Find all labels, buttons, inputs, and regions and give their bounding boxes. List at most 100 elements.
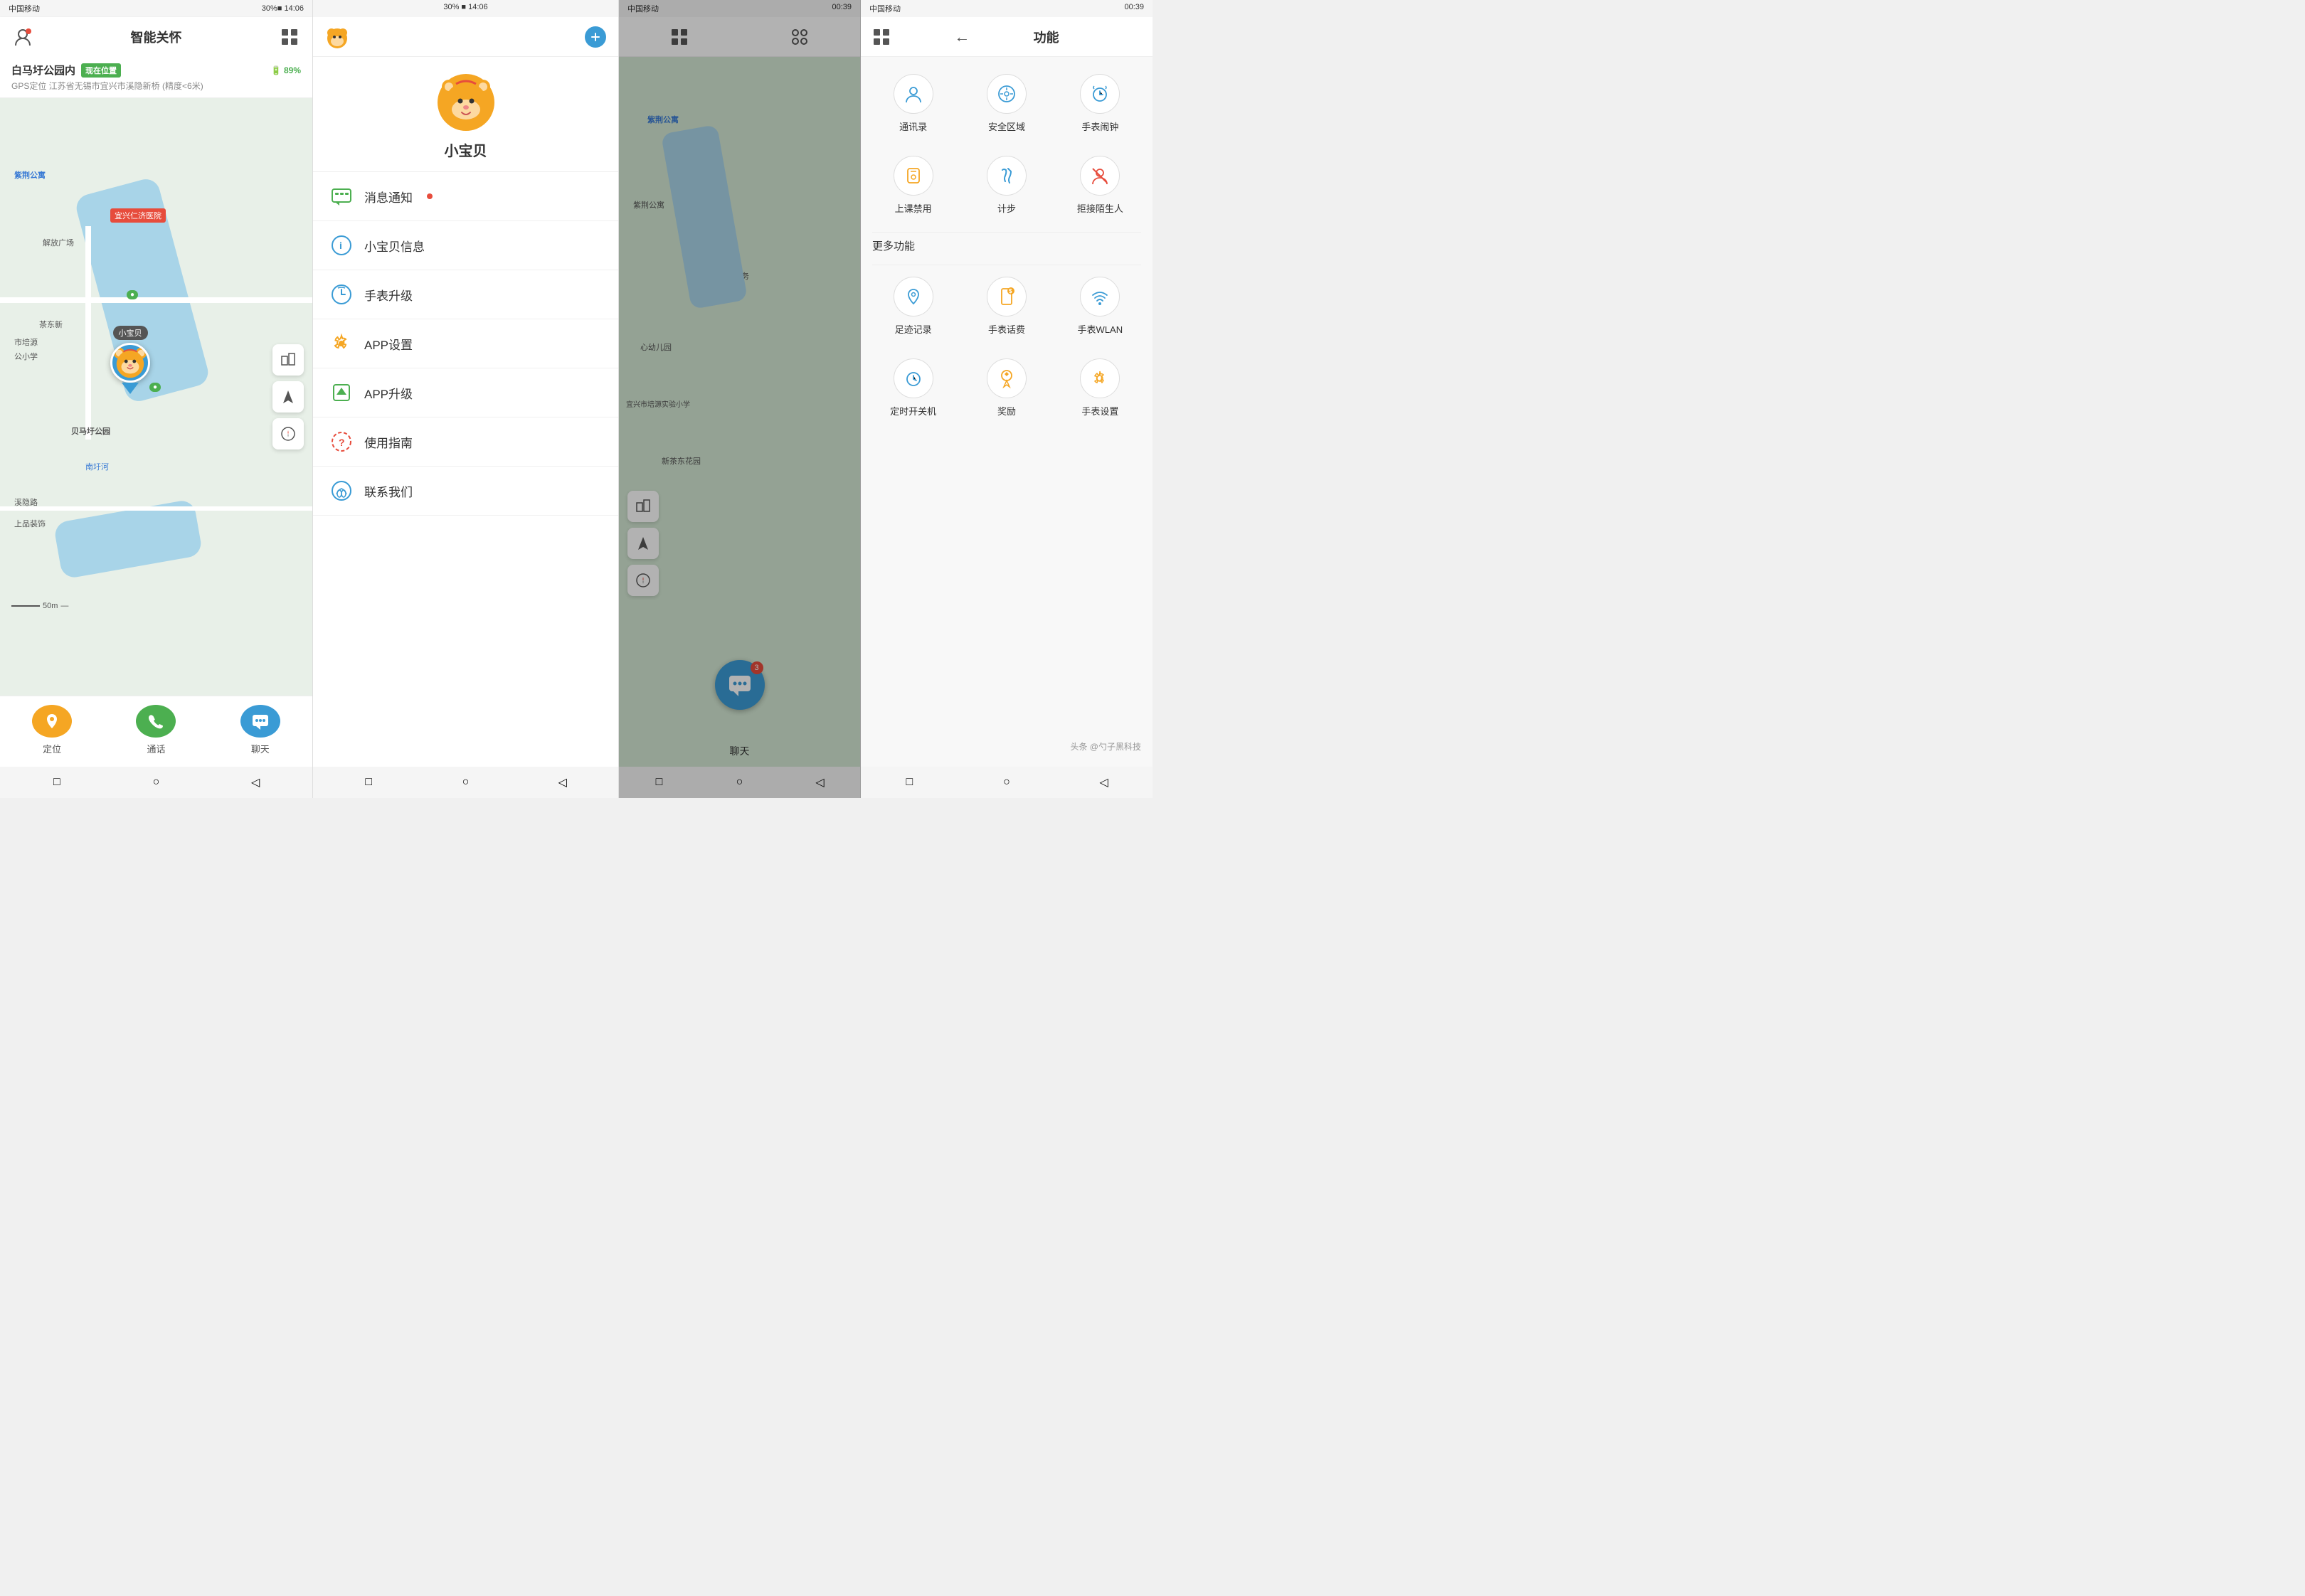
feat-back-icon[interactable]: ← bbox=[954, 28, 970, 46]
feat-pedometer[interactable]: 计步 bbox=[965, 150, 1047, 220]
partial-river bbox=[661, 124, 748, 309]
partial-back-btn[interactable]: ○ bbox=[729, 772, 751, 793]
map-controls bbox=[272, 344, 304, 449]
feat-carrier: 中国移动 bbox=[869, 3, 901, 14]
menu-sys-nav: □ ○ ◁ bbox=[313, 767, 618, 798]
partial-chat-btn[interactable]: 3 bbox=[715, 660, 765, 710]
partial-grid2-icon[interactable] bbox=[790, 28, 809, 46]
partial-nav-btn[interactable] bbox=[627, 528, 659, 559]
map-label-5: 公小学 bbox=[14, 351, 38, 362]
menu-item-app-upgrade[interactable]: APP升级 bbox=[313, 368, 618, 417]
reward-label: 奖励 bbox=[997, 404, 1016, 417]
menu-time: 30% ■ 14:06 bbox=[443, 3, 487, 14]
phone-bill-icon: $ bbox=[987, 277, 1027, 316]
map-area[interactable]: 宜兴仁济医院 紫荆公寓 解放广场 茶东新 市培源 公小学 ● ● 贝马圩公园 南… bbox=[0, 98, 312, 696]
feat-watch-settings[interactable]: 手表设置 bbox=[1059, 353, 1141, 423]
partial-status: 中国移动 00:39 bbox=[619, 0, 860, 17]
call-btn[interactable]: 通话 bbox=[136, 705, 176, 755]
bottom-nav: 定位 通话 聊天 bbox=[0, 696, 312, 767]
feat-phone-bill[interactable]: $ 手表话费 bbox=[965, 271, 1047, 341]
menu-recent-btn[interactable]: ◁ bbox=[552, 772, 573, 793]
add-btn[interactable] bbox=[584, 26, 607, 48]
reject-label: 拒接陌生人 bbox=[1077, 201, 1123, 215]
partial-label-4: 心幼儿园 bbox=[640, 341, 672, 353]
menu-item-help[interactable]: ? 使用指南 bbox=[313, 417, 618, 467]
partial-map-btn[interactable] bbox=[627, 491, 659, 522]
feat-class-mode[interactable]: 上课禁用 bbox=[872, 150, 954, 220]
menu-item-contact[interactable]: 联系我们 bbox=[313, 467, 618, 516]
main-features-grid: 通讯录 安全区域 bbox=[872, 68, 1141, 220]
alarm-icon bbox=[1080, 74, 1120, 114]
map-view-btn[interactable] bbox=[272, 344, 304, 376]
home-btn[interactable]: □ bbox=[46, 772, 68, 793]
location-name: 白马圩公园内 bbox=[11, 63, 75, 78]
svg-text:i: i bbox=[339, 240, 342, 251]
feat-timer-power[interactable]: 定时开关机 bbox=[872, 353, 954, 423]
feat-reject-strangers[interactable]: 拒接陌生人 bbox=[1059, 150, 1141, 220]
menu-item-watch-upgrade[interactable]: 手表升级 bbox=[313, 270, 618, 319]
feat-wlan[interactable]: 手表WLAN bbox=[1059, 271, 1141, 341]
menu-home-btn[interactable]: □ bbox=[358, 772, 379, 793]
back-btn[interactable]: ○ bbox=[145, 772, 166, 793]
feat-safe-zone[interactable]: 安全区域 bbox=[965, 68, 1047, 139]
timer-power-label: 定时开关机 bbox=[890, 404, 936, 417]
message-icon bbox=[330, 185, 353, 208]
partial-map-label: 紫荆公寓 bbox=[647, 114, 679, 125]
chat-badge: 3 bbox=[751, 661, 763, 674]
feat-grid-icon[interactable] bbox=[872, 28, 891, 46]
wlan-label: 手表WLAN bbox=[1078, 322, 1123, 336]
feat-content: 通讯录 安全区域 bbox=[861, 57, 1152, 767]
svg-text:?: ? bbox=[339, 437, 345, 448]
app-settings-label: APP设置 bbox=[364, 335, 413, 353]
menu-list: 消息通知 i 小宝贝信息 手表升级 bbox=[313, 172, 618, 767]
recent-btn[interactable]: ◁ bbox=[245, 772, 266, 793]
map-panel: 中国移动 30%■ 14:06 智能关怀 白马圩公园内 现在位置 bbox=[0, 0, 313, 798]
partial-time: 00:39 bbox=[832, 3, 852, 14]
partial-grid-icon[interactable] bbox=[670, 28, 689, 46]
feat-time: 00:39 bbox=[1124, 3, 1144, 14]
partial-map-controls bbox=[627, 491, 659, 596]
menu-status-bar: 30% ■ 14:06 bbox=[313, 0, 618, 17]
avatar-header-btn[interactable] bbox=[324, 24, 350, 50]
pin-label: 小宝贝 bbox=[113, 326, 148, 340]
feat-back-btn[interactable]: ○ bbox=[996, 772, 1017, 793]
feat-sys-nav: □ ○ ◁ bbox=[861, 767, 1152, 798]
feat-home-btn[interactable]: □ bbox=[899, 772, 920, 793]
partial-recent-btn[interactable]: ◁ bbox=[810, 772, 831, 793]
map-label-4: 市培源 bbox=[14, 336, 38, 348]
compass-btn[interactable] bbox=[272, 418, 304, 449]
green-label-1: ● bbox=[127, 290, 138, 299]
partial-compass-btn[interactable] bbox=[627, 565, 659, 596]
map-label-2: 解放广场 bbox=[43, 237, 74, 248]
partial-map-area[interactable]: 紫荆公寓 紫荆公寓 弯商务 心幼儿园 宜兴市培源实验小学 新茶东花园 bbox=[619, 57, 860, 767]
user-icon[interactable] bbox=[11, 26, 34, 48]
feat-recent-btn[interactable]: ◁ bbox=[1093, 772, 1115, 793]
menu-item-message[interactable]: 消息通知 bbox=[313, 172, 618, 221]
reward-icon bbox=[987, 358, 1027, 398]
river-label: 南圩河 bbox=[85, 461, 109, 472]
partial-header bbox=[619, 17, 860, 57]
feat-reward[interactable]: 奖励 bbox=[965, 353, 1047, 423]
locate-btn[interactable]: 定位 bbox=[32, 705, 72, 755]
battery-time: 30%■ 14:06 bbox=[262, 4, 304, 13]
partial-home-btn[interactable]: □ bbox=[649, 772, 670, 793]
feat-footprint[interactable]: 足迹记录 bbox=[872, 271, 954, 341]
road-h1 bbox=[0, 297, 312, 303]
reject-strangers-icon bbox=[1080, 156, 1120, 196]
menu-back-btn[interactable]: ○ bbox=[455, 772, 476, 793]
more-features-grid: 足迹记录 $ 手表话费 bbox=[872, 271, 1141, 423]
menu-item-app-settings[interactable]: APP设置 bbox=[313, 319, 618, 368]
more-functions-label: 更多功能 bbox=[872, 232, 1141, 265]
partial-carrier: 中国移动 bbox=[627, 3, 659, 14]
grid-icon[interactable] bbox=[278, 26, 301, 48]
info-label: 小宝贝信息 bbox=[364, 237, 425, 255]
partial-label-6: 新茶东花园 bbox=[662, 455, 701, 467]
map-title: 智能关怀 bbox=[131, 28, 182, 46]
contact-icon bbox=[330, 479, 353, 502]
navigate-btn[interactable] bbox=[272, 381, 304, 413]
feat-contacts[interactable]: 通讯录 bbox=[872, 68, 954, 139]
chat-btn[interactable]: 聊天 bbox=[240, 705, 280, 755]
menu-item-info[interactable]: i 小宝贝信息 bbox=[313, 221, 618, 270]
class-mode-icon bbox=[894, 156, 933, 196]
feat-alarm[interactable]: 手表闹钟 bbox=[1059, 68, 1141, 139]
